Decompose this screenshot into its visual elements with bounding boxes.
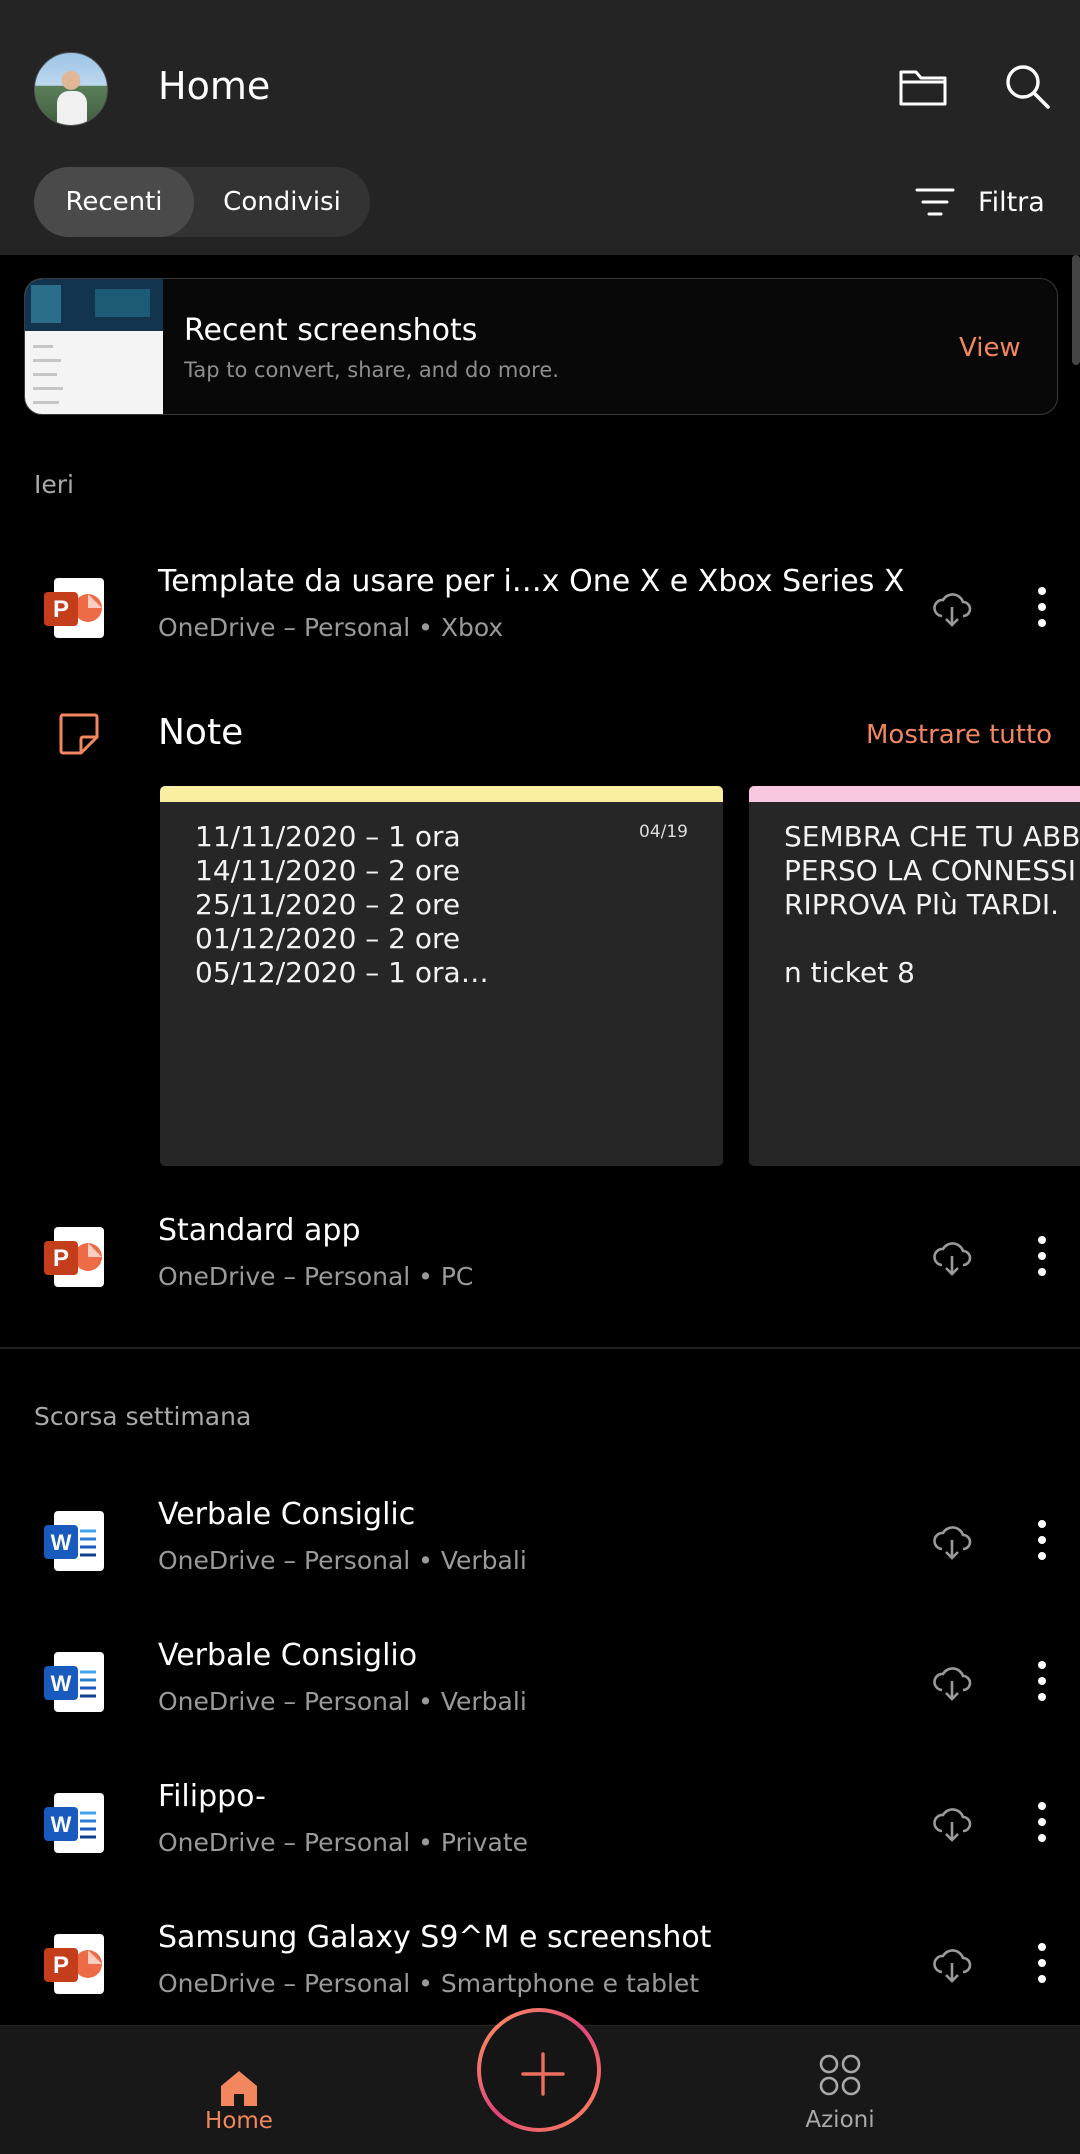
section-divider <box>0 1347 1080 1349</box>
folder-icon[interactable] <box>896 60 950 114</box>
file-location: OneDrive – Personal • Xbox <box>158 613 504 642</box>
view-tabs: Recenti Condivisi <box>34 167 370 237</box>
more-options-icon[interactable] <box>1022 1231 1062 1281</box>
nav-home-label[interactable]: Home <box>190 2108 288 2134</box>
more-options-icon[interactable] <box>1022 582 1062 632</box>
file-row[interactable]: W Verbale Consiglio OneDrive – Personal … <box>0 1626 1080 1736</box>
file-title: Verbale Consiglio <box>158 1638 418 1673</box>
screenshot-thumbnail <box>25 279 163 414</box>
create-button-inner <box>481 2012 597 2128</box>
cloud-download-icon[interactable] <box>931 587 973 629</box>
file-location: OneDrive – Personal • Smartphone e table… <box>158 1969 700 1998</box>
word-icon: W <box>44 1652 104 1712</box>
recent-screenshots-banner[interactable]: Recent screenshots Tap to convert, share… <box>24 278 1058 415</box>
cloud-download-icon[interactable] <box>931 1661 973 1703</box>
section-label-ieri: Ieri <box>34 470 74 499</box>
cloud-download-icon[interactable] <box>931 1943 973 1985</box>
svg-text:W: W <box>51 1530 72 1555</box>
more-options-icon[interactable] <box>1022 1938 1062 1988</box>
tab-recenti[interactable]: Recenti <box>34 167 194 237</box>
scrollbar[interactable] <box>1072 255 1080 365</box>
svg-text:P: P <box>53 596 69 623</box>
note-color-bar <box>160 786 723 802</box>
file-title: Filippo- <box>158 1779 266 1814</box>
show-all-notes-link[interactable]: Mostrare tutto <box>866 720 1052 750</box>
more-options-icon[interactable] <box>1022 1656 1062 1706</box>
svg-text:W: W <box>51 1671 72 1696</box>
more-options-icon[interactable] <box>1022 1515 1062 1565</box>
plus-icon <box>521 2052 565 2096</box>
powerpoint-icon: P <box>44 1934 104 1994</box>
file-location: OneDrive – Personal • Private <box>158 1828 529 1857</box>
word-icon: W <box>44 1511 104 1571</box>
file-row[interactable]: W Filippo- OneDrive – Personal • Private <box>0 1767 1080 1877</box>
note-card[interactable]: 04/19 11/11/2020 – 1 ora 14/11/2020 – 2 … <box>160 786 723 1166</box>
home-icon[interactable] <box>217 2066 261 2110</box>
powerpoint-icon: P <box>44 1227 104 1287</box>
note-text: 11/11/2020 – 1 ora 14/11/2020 – 2 ore 25… <box>195 820 489 989</box>
file-location: OneDrive – Personal • Verbali <box>158 1546 527 1575</box>
create-new-button[interactable] <box>477 2008 601 2132</box>
note-date: 04/19 <box>639 822 688 842</box>
page-title: Home <box>158 64 271 108</box>
sticky-note-icon <box>59 713 99 755</box>
cloud-download-icon[interactable] <box>931 1802 973 1844</box>
svg-text:W: W <box>51 1812 72 1837</box>
cloud-download-icon[interactable] <box>931 1520 973 1562</box>
file-title: Samsung Galaxy S9^M e screenshot <box>158 1920 712 1955</box>
section-label-scorsa-settimana: Scorsa settimana <box>34 1402 252 1431</box>
file-title: Template da usare per i…x One X e Xbox S… <box>158 564 905 599</box>
filter-button[interactable]: Filtra <box>914 180 1045 224</box>
actions-grid-icon[interactable] <box>819 2054 861 2096</box>
notes-title: Note <box>158 712 244 753</box>
powerpoint-icon: P <box>44 578 104 638</box>
file-row[interactable]: P Template da usare per i…x One X e Xbox… <box>0 552 1080 662</box>
cloud-download-icon[interactable] <box>931 1236 973 1278</box>
search-icon[interactable] <box>1000 60 1054 114</box>
filter-icon <box>915 188 955 216</box>
avatar[interactable] <box>34 52 108 126</box>
filter-label: Filtra <box>978 186 1045 218</box>
nav-actions-label[interactable]: Azioni <box>780 2107 900 2133</box>
note-card[interactable]: SEMBRA CHE TU ABB PERSO LA CONNESSI RIPR… <box>749 786 1080 1166</box>
banner-title: Recent screenshots <box>184 313 478 348</box>
file-row[interactable]: W Verbale Consiglic OneDrive – Personal … <box>0 1485 1080 1595</box>
svg-text:P: P <box>53 1952 69 1979</box>
file-location: OneDrive – Personal • Verbali <box>158 1687 527 1716</box>
svg-text:P: P <box>53 1245 69 1272</box>
view-button[interactable]: View <box>959 333 1021 363</box>
banner-subtitle: Tap to convert, share, and do more. <box>184 358 559 382</box>
file-row[interactable]: P Samsung Galaxy S9^M e screenshot OneDr… <box>0 1908 1080 2018</box>
file-row[interactable]: P Standard app OneDrive – Personal • PC <box>0 1201 1080 1311</box>
file-title: Standard app <box>158 1213 361 1248</box>
word-icon: W <box>44 1793 104 1853</box>
top-app-bar: Home Recenti Condivisi Filtra <box>0 0 1080 255</box>
note-text: SEMBRA CHE TU ABB PERSO LA CONNESSI RIPR… <box>784 820 1080 989</box>
file-title: Verbale Consiglic <box>158 1497 416 1532</box>
tab-condivisi[interactable]: Condivisi <box>194 167 370 237</box>
file-location: OneDrive – Personal • PC <box>158 1262 474 1291</box>
note-color-bar <box>749 786 1080 802</box>
more-options-icon[interactable] <box>1022 1797 1062 1847</box>
